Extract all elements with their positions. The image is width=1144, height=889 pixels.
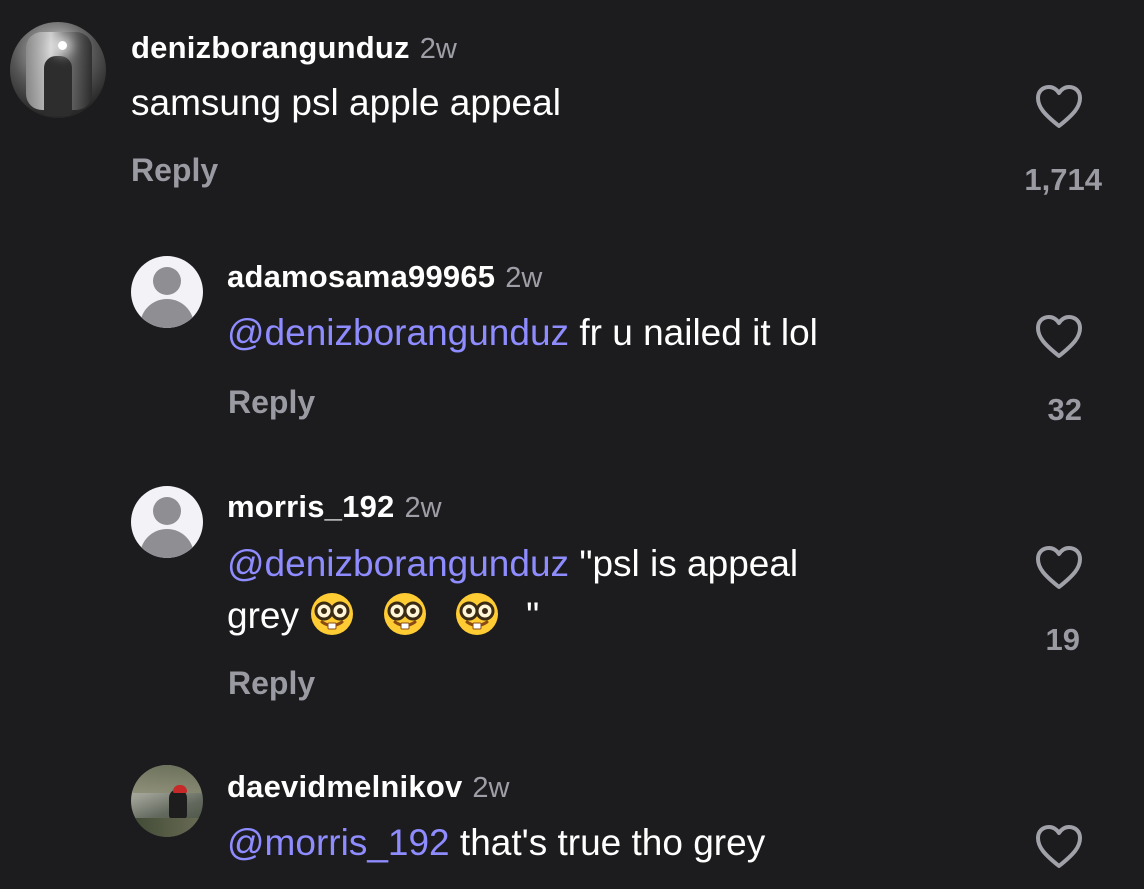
- comment-body-line1: "psl is appeal: [569, 543, 799, 584]
- comment-header: morris_192 2w: [227, 491, 442, 523]
- photo-background-trees: [133, 765, 201, 793]
- photo-ground: [131, 818, 203, 837]
- nerd-face-emoji: [382, 591, 428, 637]
- comment-username[interactable]: daevidmelnikov: [227, 769, 462, 804]
- photo-red-cap: [173, 785, 187, 793]
- comment-header: denizborangunduz 2w: [131, 32, 457, 64]
- like-count: 19: [1045, 622, 1080, 657]
- comment-username[interactable]: denizborangunduz: [131, 30, 410, 65]
- comment-timestamp: 2w: [472, 772, 510, 804]
- comment-body: samsung psl apple appeal: [131, 82, 561, 123]
- avatar-body-shape: [140, 529, 194, 558]
- mention-link[interactable]: @morris_192: [227, 822, 450, 863]
- nerd-face-emoji: [309, 591, 355, 637]
- comment-text: samsung psl apple appeal: [131, 79, 561, 127]
- comment-username[interactable]: morris_192: [227, 489, 394, 524]
- comment-timestamp: 2w: [505, 262, 543, 294]
- nerd-face-emoji: [454, 591, 500, 637]
- comment-header: adamosama99965 2w: [227, 261, 542, 293]
- heart-outline-icon: [1036, 546, 1082, 589]
- comment-item: denizborangunduz 2w samsung psl apple app…: [0, 0, 1144, 220]
- comment-username[interactable]: adamosama99965: [227, 259, 495, 294]
- comment-body: that's true tho grey: [449, 822, 766, 863]
- reply-button[interactable]: Reply: [228, 667, 315, 699]
- comment-text: @morris_192 that's true tho grey: [227, 819, 765, 867]
- mention-link[interactable]: @denizborangunduz: [227, 312, 569, 353]
- heart-outline-icon: [1036, 85, 1082, 128]
- default-avatar-icon[interactable]: [131, 256, 203, 328]
- comment-item: adamosama99965 2w @denizborangunduz fr u …: [0, 248, 1144, 468]
- comment-body: fr u nailed it lol: [569, 312, 818, 353]
- person-silhouette: [44, 56, 72, 116]
- like-button[interactable]: [1034, 545, 1084, 591]
- comment-text: @denizborangunduz fr u nailed it lol: [227, 309, 818, 357]
- comment-item: morris_192 2w @denizborangunduz "psl is a…: [0, 480, 1144, 725]
- avatar-head-shape: [153, 267, 181, 295]
- like-count: 32: [1047, 392, 1082, 427]
- avatar-head-shape: [153, 497, 181, 525]
- like-button[interactable]: [1034, 84, 1084, 130]
- avatar-body-shape: [140, 299, 194, 328]
- reply-button[interactable]: Reply: [131, 154, 218, 186]
- like-count: 1,714: [1024, 162, 1102, 197]
- comment-timestamp: 2w: [404, 492, 442, 524]
- reply-button[interactable]: Reply: [228, 386, 315, 418]
- photo-person-silhouette: [169, 789, 187, 819]
- phone-flash-light: [58, 41, 67, 50]
- profile-photo-avatar[interactable]: [10, 22, 106, 118]
- comment-body-line2-suffix: ": [526, 595, 540, 636]
- heart-outline-icon: [1036, 825, 1082, 868]
- heart-outline-icon: [1036, 315, 1082, 358]
- comment-header: daevidmelnikov 2w: [227, 771, 509, 803]
- comment-text: @denizborangunduz "psl is appeal: [227, 540, 798, 588]
- like-button[interactable]: [1034, 824, 1084, 870]
- default-avatar-icon[interactable]: [131, 486, 203, 558]
- comment-text-continued: grey ": [227, 591, 539, 640]
- profile-photo-avatar[interactable]: [131, 765, 203, 837]
- comment-timestamp: 2w: [419, 33, 457, 65]
- comment-item: daevidmelnikov 2w @morris_192 that's true…: [0, 758, 1144, 889]
- mention-link[interactable]: @denizborangunduz: [227, 543, 569, 584]
- like-button[interactable]: [1034, 314, 1084, 360]
- comments-screen: denizborangunduz 2w samsung psl apple app…: [0, 0, 1144, 889]
- comment-body-line2: grey: [227, 595, 299, 636]
